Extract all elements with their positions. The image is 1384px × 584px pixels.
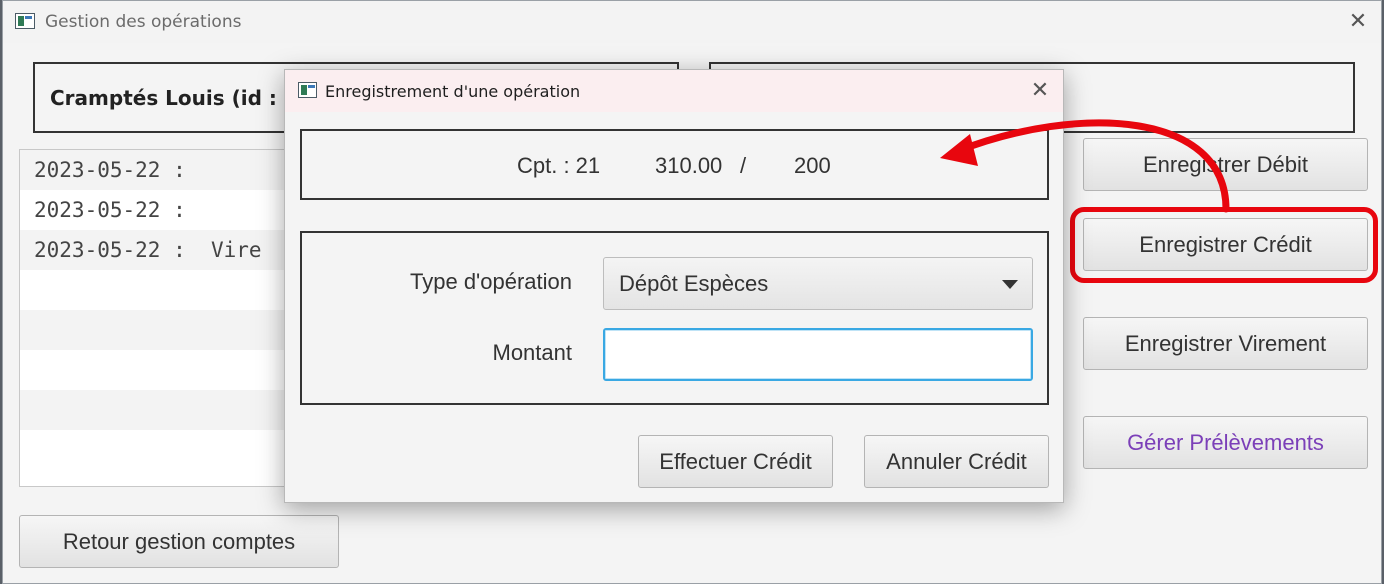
annotation-arrow xyxy=(940,119,1230,213)
